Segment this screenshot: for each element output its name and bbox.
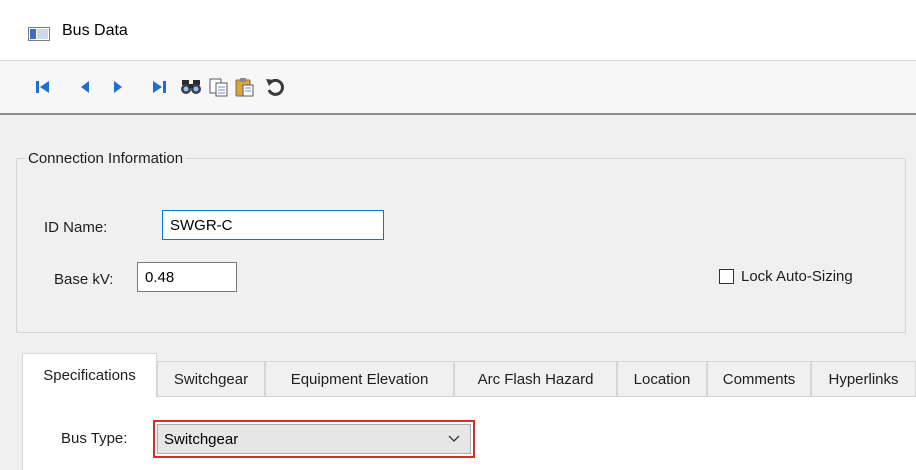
find-icon (181, 80, 201, 94)
next-record-icon (114, 81, 122, 93)
undo-button[interactable] (262, 74, 288, 100)
last-record-button[interactable] (147, 74, 173, 100)
paste-icon (235, 78, 254, 97)
tab-location[interactable]: Location (617, 361, 707, 397)
id-name-label: ID Name: (44, 219, 108, 236)
lock-auto-sizing-checkbox[interactable] (719, 269, 734, 284)
connection-information-group: Connection Information ID Name: SWGR-C B… (16, 150, 906, 333)
bus-tabs: Specifications Switchgear Equipment Elev… (22, 353, 916, 398)
tab-equipment-elevation[interactable]: Equipment Elevation (265, 361, 454, 397)
bus-type-value: Switchgear (164, 431, 239, 448)
chevron-down-icon (448, 435, 460, 442)
previous-record-icon (81, 81, 89, 93)
window-title: Bus Data (62, 22, 128, 39)
bus-type-label: Bus Type: (61, 430, 128, 447)
id-name-input[interactable]: SWGR-C (162, 210, 384, 240)
next-record-button[interactable] (105, 74, 131, 100)
tab-specifications[interactable]: Specifications (22, 353, 157, 398)
bus-data-form: Connection Information ID Name: SWGR-C B… (0, 115, 916, 470)
previous-record-button[interactable] (72, 74, 98, 100)
bus-type-combobox[interactable]: Switchgear (157, 424, 471, 454)
app-icon (28, 27, 50, 41)
first-record-icon (36, 81, 49, 93)
specifications-tab-page: Bus Type: Switchgear (22, 396, 916, 470)
last-record-icon (153, 81, 166, 93)
undo-icon (266, 78, 284, 96)
base-kv-label: Base kV: (54, 271, 114, 288)
base-kv-input[interactable]: 0.48 (137, 262, 237, 292)
title-bar: Bus Data (0, 0, 916, 61)
record-toolbar (0, 61, 916, 115)
tab-hyperlinks[interactable]: Hyperlinks (811, 361, 916, 397)
copy-icon (209, 78, 228, 97)
lock-auto-sizing-label: Lock Auto-Sizing (741, 268, 853, 285)
copy-button[interactable] (206, 74, 232, 100)
first-record-button[interactable] (30, 74, 56, 100)
find-button[interactable] (178, 74, 204, 100)
bus-type-dropdown[interactable]: Switchgear (153, 420, 475, 458)
connection-information-legend: Connection Information (28, 150, 184, 167)
tab-switchgear[interactable]: Switchgear (157, 361, 265, 397)
tab-arc-flash-hazard[interactable]: Arc Flash Hazard (454, 361, 617, 397)
paste-button[interactable] (232, 74, 258, 100)
tab-comments[interactable]: Comments (707, 361, 811, 397)
